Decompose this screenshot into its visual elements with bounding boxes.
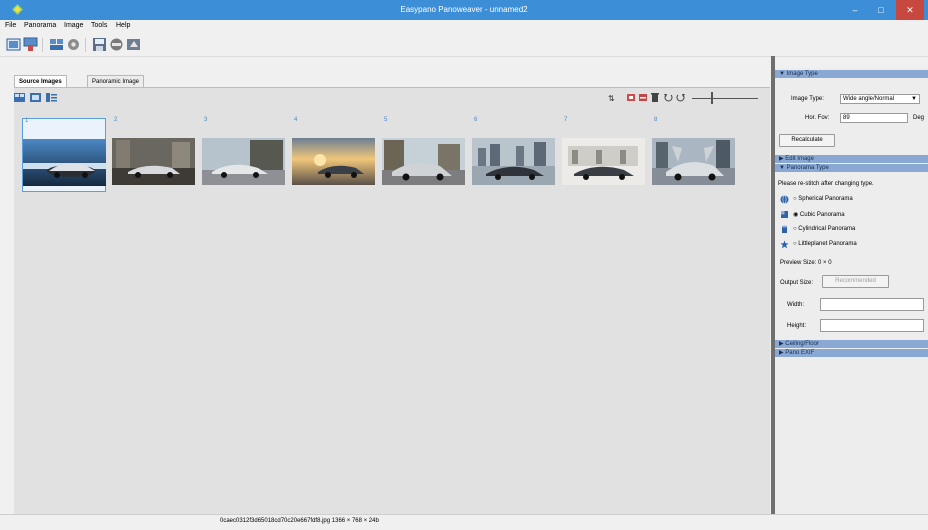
main-toolbar [0,34,928,57]
thumbnail-number: 5 [384,117,388,123]
car-photo-1 [23,139,106,186]
open-project-icon[interactable] [23,37,38,52]
thumbnail-item[interactable]: 6 [472,117,556,192]
radio-littleplanet[interactable]: ○ Littleplanet Panorama [793,241,857,247]
export-icon[interactable] [126,37,141,52]
status-file-info: 0caec0312f3d65018cd70c20e667fdf8.jpg 136… [220,518,379,524]
ceiling-floor-header[interactable]: ▶ Ceiling/Floor [775,340,928,348]
option-label: Spherical Panorama [798,196,853,202]
car-photo-6 [472,138,555,185]
thumbnail-item[interactable]: 2 [112,117,196,192]
svg-text:⇅: ⇅ [608,94,615,102]
car-photo-2 [112,138,195,185]
slider-thumb[interactable] [711,92,713,104]
image-type-value: Wide angle/Normal [843,96,895,102]
rotate-left-icon[interactable] [663,93,674,102]
thumbnail-item[interactable]: 3 [202,117,286,192]
output-size-label: Output Size: [780,280,814,286]
delete-image-icon[interactable] [650,93,661,102]
thumbnail-number: 2 [114,117,118,123]
window-title: Easypano Panoweaver - unnamed2 [400,5,528,14]
rotate-right-icon[interactable] [675,93,686,102]
image-type-select[interactable]: Wide angle/Normal ▼ [840,94,920,104]
thumbnail-size-slider[interactable] [692,98,758,99]
publish-icon[interactable] [109,37,124,52]
menu-tools[interactable]: Tools [91,22,107,29]
pano-exif-header[interactable]: ▶ Pano EXIF [775,349,928,357]
thumbnail-number: 4 [294,117,298,123]
radio-cylindrical[interactable]: ○ Cylindrical Panorama [793,226,855,232]
recalculate-button[interactable]: Recalculate [779,134,835,147]
thumbnail-number: 7 [564,117,568,123]
thumbnail-number: 6 [474,117,478,123]
medium-thumbnails-icon[interactable] [30,93,41,102]
thumbnail-number: 8 [654,117,658,123]
thumbnail-item[interactable]: 7 [562,117,646,192]
hfov-label: Hor. Fov: [805,115,830,121]
width-input[interactable] [820,298,924,311]
hfov-input[interactable]: 89 [840,113,908,123]
save-icon[interactable] [92,37,107,52]
option-label: Littleplanet Panorama [798,241,857,247]
menu-help[interactable]: Help [116,22,130,29]
cube-icon [781,211,788,218]
thumbnail-number: 1 [25,118,29,124]
toolbar-separator [85,38,86,52]
car-photo-7 [562,138,645,185]
image-type-label: Image Type: [791,96,824,102]
settings-icon[interactable] [66,37,81,52]
restitch-note: Please re-stitch after changing type. [778,181,874,187]
radio-spherical[interactable]: ○ Spherical Panorama [793,196,853,202]
sort-images-icon[interactable]: ⇅ [608,93,619,102]
cylinder-icon [782,225,787,233]
height-input[interactable] [820,319,924,332]
menu-image[interactable]: Image [64,22,83,29]
width-label: Width: [787,302,805,308]
stitch-icon[interactable] [49,37,64,52]
car-photo-8 [652,138,735,185]
thumbnail-item[interactable]: 5 [382,117,466,192]
menu-file[interactable]: File [5,22,16,29]
car-photo-5 [382,138,465,185]
preview-size: Preview Size: 0 × 0 [780,260,832,266]
star-icon [780,240,789,249]
chevron-down-icon: ▼ [911,96,917,102]
car-photo-4 [292,138,375,185]
list-view-icon[interactable] [46,93,57,102]
edit-image-header[interactable]: ▶ Edit Image [775,155,928,163]
source-images-view[interactable]: ⇅ 1 2 3 4 5 6 7 8 [14,87,770,515]
thumbnail-number: 3 [204,117,208,123]
properties-panel: ▼ Image Type Image Type: Wide angle/Norm… [775,68,928,514]
car-photo-3 [202,138,285,185]
minimize-button[interactable]: – [842,0,868,20]
remove-image-icon[interactable] [638,93,649,102]
hfov-unit: Deg [913,115,925,121]
add-image-icon[interactable] [626,93,637,102]
close-button[interactable]: ✕ [896,0,924,20]
menu-panorama[interactable]: Panorama [24,22,56,29]
title-bar: Easypano Panoweaver - unnamed2 – □ ✕ [0,0,928,20]
option-label: Cubic Panorama [799,212,845,218]
thumbnail-item[interactable]: 8 [652,117,736,192]
thumbnail-item[interactable]: 1 [22,118,106,192]
maximize-button[interactable]: □ [868,0,894,20]
panorama-type-header[interactable]: ▼ Panorama Type [775,164,928,172]
thumbnail-item[interactable]: 4 [292,117,376,192]
recommended-button[interactable]: Recommended [822,275,889,288]
height-label: Height: [787,323,807,329]
status-bar: 0caec0312f3d65018cd70c20e667fdf8.jpg 136… [0,514,928,530]
sphere-icon [780,195,789,204]
toolbar-separator [42,38,43,52]
radio-cubic[interactable]: ◉ Cubic Panorama [793,211,845,218]
large-thumbnails-icon[interactable] [14,93,25,102]
option-label: Cylindrical Panorama [798,226,856,232]
image-type-header[interactable]: ▼ Image Type [775,70,928,78]
new-project-icon[interactable] [6,37,21,52]
menu-bar: File Panorama Image Tools Help [0,20,928,34]
